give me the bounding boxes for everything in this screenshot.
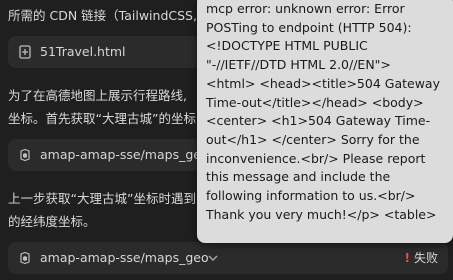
chat-transcript: 所需的 CDN 链接（TailwindCSS, 51Travel.html 为了…	[0, 0, 453, 280]
tool-call-label: amap-amap-sse/maps_geo	[40, 147, 209, 162]
status-label: 失败	[413, 251, 438, 265]
error-message: mcp error: unknown error: Error POSTing …	[206, 1, 444, 222]
error-icon: !	[404, 251, 410, 265]
tool-call-chip[interactable]: amap-amap-sse/maps_geo ! 失败	[8, 242, 448, 274]
tool-icon	[20, 251, 30, 265]
chevron-down-icon[interactable]	[208, 254, 218, 262]
file-chip-label: 51Travel.html	[40, 44, 126, 59]
status-badge: ! 失败	[405, 242, 439, 274]
tool-call-label: amap-amap-sse/maps_geo	[40, 250, 209, 265]
tool-icon	[20, 148, 30, 162]
file-icon	[19, 45, 31, 59]
error-tooltip: mcp error: unknown error: Error POSTing …	[197, 0, 453, 243]
